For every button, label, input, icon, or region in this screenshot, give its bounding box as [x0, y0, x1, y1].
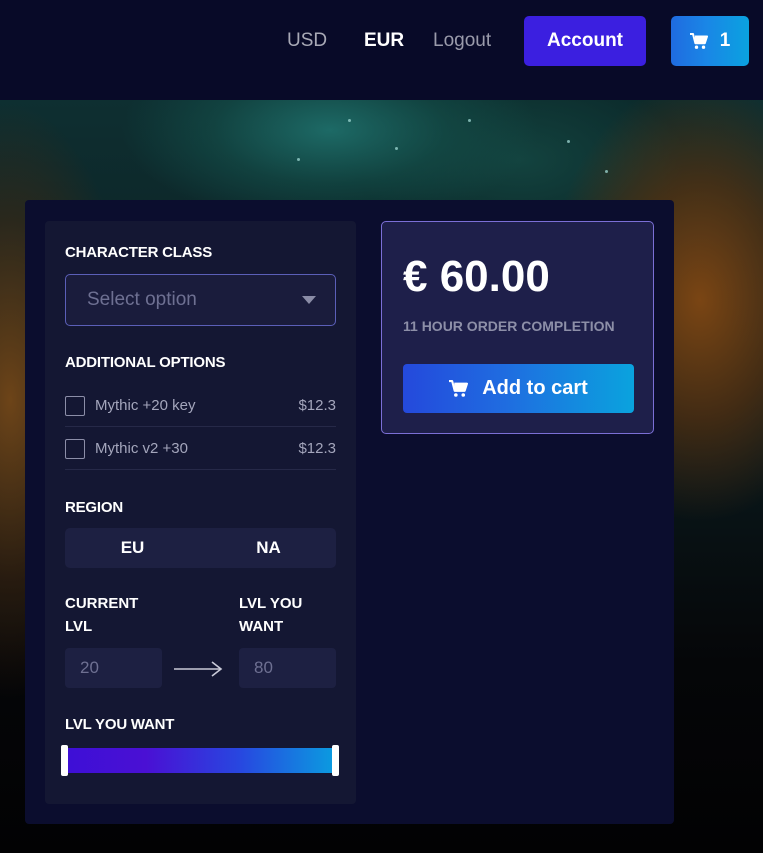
- region-na-label: NA: [256, 538, 281, 557]
- sparkle: [567, 140, 570, 143]
- current-lvl-label: CURRENT LVL: [65, 592, 138, 638]
- target-lvl-label-line1: LVL YOU: [239, 595, 303, 612]
- region-eu-label: EU: [120, 538, 145, 557]
- cart-icon: [449, 379, 469, 397]
- additional-options-title: ADDITIONAL OPTIONS: [65, 354, 226, 371]
- target-lvl-input[interactable]: [239, 648, 336, 688]
- cart-icon: [689, 32, 708, 49]
- top-navbar: USD EUR Logout Account 1: [0, 0, 763, 100]
- price-card: € 60.00 11 HOUR ORDER COMPLETION Add to …: [381, 221, 654, 434]
- option-label: Mythic +20 key: [95, 397, 196, 414]
- chevron-down-icon: [302, 296, 316, 304]
- option-checkbox[interactable]: [65, 396, 85, 416]
- option-price: $12.3: [298, 397, 336, 414]
- character-class-title: CHARACTER CLASS: [65, 244, 213, 261]
- account-button-label: Account: [547, 30, 623, 51]
- logout-link[interactable]: Logout: [433, 30, 491, 52]
- add-to-cart-button[interactable]: Add to cart: [403, 364, 634, 413]
- select-placeholder: Select option: [87, 289, 197, 310]
- sparkle: [297, 158, 300, 161]
- current-lvl-input[interactable]: [65, 648, 162, 688]
- option-row[interactable]: Mythic v2 +30 $12.3: [65, 427, 336, 470]
- character-class-select[interactable]: Select option: [65, 274, 336, 326]
- sparkle: [605, 170, 608, 173]
- cart-count: 1: [719, 30, 731, 51]
- option-label: Mythic v2 +30: [95, 440, 188, 457]
- lvl-slider-title: LVL YOU WANT: [65, 716, 175, 733]
- option-row[interactable]: Mythic +20 key $12.3: [65, 384, 336, 427]
- region-toggle: EU NA: [65, 528, 336, 568]
- current-lvl-label-line2: LVL: [65, 618, 93, 635]
- currency-usd-link[interactable]: USD: [287, 30, 327, 52]
- arrow-right-icon: [174, 661, 223, 677]
- current-lvl-label-line1: CURRENT: [65, 595, 139, 612]
- order-completion-time: 11 HOUR ORDER COMPLETION: [403, 318, 615, 334]
- currency-eur-link[interactable]: EUR: [364, 30, 404, 52]
- target-lvl-label: LVL YOU WANT: [239, 592, 302, 638]
- region-eu-button[interactable]: EU: [65, 528, 200, 568]
- sparkle: [468, 119, 471, 122]
- option-checkbox[interactable]: [65, 439, 85, 459]
- account-button[interactable]: Account: [524, 16, 646, 66]
- price-amount: € 60.00: [403, 252, 550, 301]
- region-title: REGION: [65, 499, 123, 516]
- region-na-button[interactable]: NA: [201, 528, 336, 568]
- sparkle: [348, 119, 351, 122]
- slider-handle-end[interactable]: [332, 745, 339, 776]
- slider-handle-start[interactable]: [61, 745, 68, 776]
- add-to-cart-label: Add to cart: [482, 377, 588, 399]
- sparkle: [395, 147, 398, 150]
- cart-button[interactable]: 1: [671, 16, 749, 66]
- lvl-range-slider[interactable]: [64, 748, 337, 773]
- target-lvl-label-line2: WANT: [239, 618, 284, 635]
- option-price: $12.3: [298, 440, 336, 457]
